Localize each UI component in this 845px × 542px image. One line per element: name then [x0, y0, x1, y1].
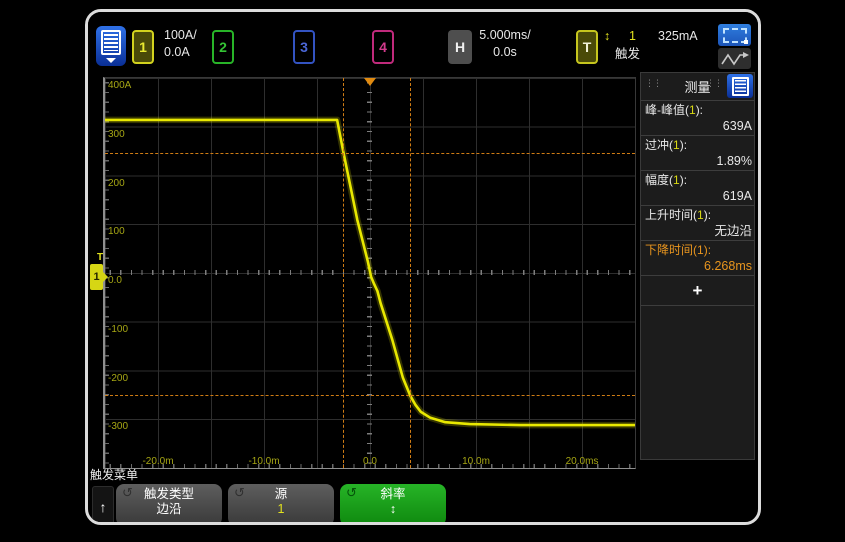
softkey-value: 边沿 [116, 502, 222, 517]
softkey-slope[interactable]: ↺ 斜率 ↕ [340, 484, 446, 525]
trigger-slope-icon: ↕ [604, 29, 610, 44]
measurement-cursor-horizontal[interactable] [105, 395, 635, 396]
channel-4-button[interactable]: 4 [372, 30, 394, 64]
y-axis-tick-label: 200 [108, 178, 125, 189]
measurement-name: 下降时间 [645, 243, 693, 257]
measurement-row-peak-peak[interactable]: 峰-峰值(1): 639A [641, 101, 754, 136]
softkey-source[interactable]: ↺ 源 1 [228, 484, 334, 525]
measurement-value: 619A [645, 188, 753, 204]
y-axis-tick-label: -200 [108, 373, 128, 384]
measurement-name: 幅度 [645, 173, 669, 187]
timebase-readout: 5.000ms/ [476, 28, 534, 43]
channel-1-button[interactable]: 1 [132, 30, 154, 64]
y-axis-tick-label: -100 [108, 324, 128, 335]
channel-3-button[interactable]: 3 [293, 30, 315, 64]
paren-close: ): [704, 208, 711, 222]
measurement-value: 1.89% [645, 153, 753, 169]
measurement-name: 上升时间 [645, 208, 693, 222]
softkey-value: ↕ [340, 502, 446, 517]
trigger-button[interactable]: T [576, 30, 598, 64]
waveform-search-button[interactable] [718, 48, 751, 69]
main-menu-button[interactable] [96, 26, 126, 66]
measurement-name: 峰-峰值 [645, 103, 685, 117]
y-axis-tick-label: 100 [108, 226, 125, 237]
y-axis-tick-label: -300 [108, 421, 128, 432]
measurement-row-overshoot[interactable]: 过冲(1): 1.89% [641, 136, 754, 171]
waveform-graticule: 400A3002001000.0-100-200-300-20.0m-10.0m… [103, 77, 636, 469]
measurement-row-amplitude[interactable]: 幅度(1): 619A [641, 171, 754, 206]
softkey-menu: 触发菜单 ↑ ↺ 触发类型 边沿 ↺ 源 1 ↺ 斜率 ↕ [88, 464, 648, 525]
scope-screen: 1 100A/ 0.0A 2 3 4 H 5.000ms/ 0.0s T ↕ 1… [85, 9, 761, 525]
waveform-arrow-icon [720, 51, 750, 67]
measurement-row-fall-time[interactable]: 下降时间(1): 6.268ms [641, 241, 754, 276]
measurement-name: 过冲 [645, 138, 669, 152]
horizontal-button[interactable]: H [448, 30, 472, 64]
measurement-menu-button[interactable] [727, 74, 753, 98]
drag-handle-icon[interactable]: ⋮⋮ [706, 78, 722, 89]
channel-1-trace [105, 78, 635, 468]
trigger-position-marker[interactable] [364, 78, 376, 86]
channel-1-ground-marker[interactable]: 1 [90, 264, 103, 290]
channel-2-button[interactable]: 2 [212, 30, 234, 64]
y-axis-tick-label: 0.0 [108, 275, 122, 286]
measurement-value: 639A [645, 118, 753, 134]
measurement-channel: 1 [697, 243, 704, 257]
measurement-channel: 1 [673, 138, 680, 152]
softkey-value: 1 [228, 502, 334, 517]
trigger-level-indicator: T [97, 252, 103, 263]
measurement-panel: ⋮⋮ 测量 ⋮⋮ 峰-峰值(1): 639A 过冲(1): 1.89% 幅度(1 [640, 72, 755, 460]
measurement-channel: 1 [689, 103, 696, 117]
menu-list-icon [101, 30, 121, 55]
trigger-source: 1 [629, 29, 636, 44]
dashed-rectangle-icon [723, 28, 747, 43]
measurement-panel-header[interactable]: ⋮⋮ 测量 ⋮⋮ [641, 73, 754, 101]
menu-back-button[interactable]: ↑ [92, 486, 114, 525]
paren-close: ): [696, 103, 703, 117]
knob-icon: ↺ [122, 485, 133, 501]
measurement-channel: 1 [673, 173, 680, 187]
y-axis-tick-label: 300 [108, 129, 125, 140]
trigger-label: 触发 [615, 47, 640, 62]
trigger-level-readout: 325mA [658, 29, 698, 44]
paren-close: ): [680, 138, 687, 152]
add-measurement-button[interactable]: + [641, 276, 754, 306]
measurement-cursor-vertical[interactable] [343, 78, 344, 468]
drag-handle-icon[interactable]: ⋮⋮ [645, 78, 661, 89]
menu-title: 触发菜单 [90, 466, 138, 483]
channel-1-scale: 100A/ [164, 28, 197, 43]
channel-1-offset: 0.0A [164, 45, 190, 60]
chevron-down-icon [106, 58, 116, 63]
zoom-region-button[interactable] [718, 24, 751, 46]
top-status-bar: 1 100A/ 0.0A 2 3 4 H 5.000ms/ 0.0s T ↕ 1… [88, 12, 758, 74]
knob-icon: ↺ [234, 485, 245, 501]
measurement-value: 6.268ms [645, 258, 753, 274]
delay-readout: 0.0s [476, 45, 534, 60]
paren-close: ): [704, 243, 711, 257]
measurement-cursor-vertical[interactable] [410, 78, 411, 468]
menu-list-icon [732, 77, 749, 96]
measurement-cursor-horizontal[interactable] [105, 153, 635, 154]
measurement-value: 无边沿 [645, 223, 753, 239]
paren-close: ): [680, 173, 687, 187]
measurement-channel: 1 [697, 208, 704, 222]
y-axis-tick-label: 400A [108, 80, 131, 91]
softkey-trigger-type[interactable]: ↺ 触发类型 边沿 [116, 484, 222, 525]
oscilloscope-screenshot: 1 100A/ 0.0A 2 3 4 H 5.000ms/ 0.0s T ↕ 1… [0, 0, 845, 542]
measurement-row-rise-time[interactable]: 上升时间(1): 无边沿 [641, 206, 754, 241]
knob-icon: ↺ [346, 485, 357, 501]
